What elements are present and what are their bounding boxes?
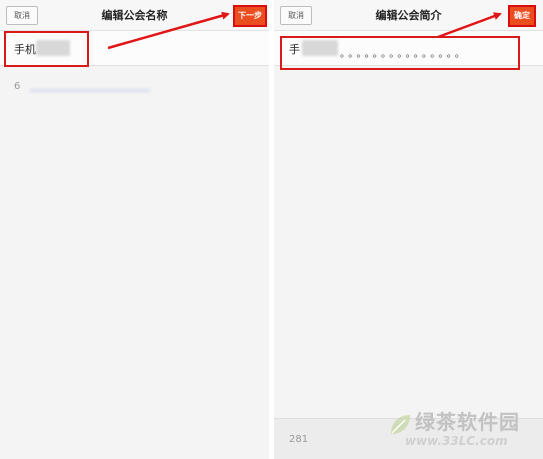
watermark: 绿茶软件园 www.33LC.com [385,404,543,459]
edit-guild-name-screen: 取消 编辑公会名称 下一步 手机 6 [0,0,269,459]
char-count: 281 [289,434,309,445]
next-step-button[interactable]: 下一步 [233,5,267,27]
watermark-url: www.33LC.com [405,434,508,448]
page-title: 编辑公会简介 [375,9,442,22]
highlight-box [280,36,520,70]
edit-guild-intro-screen: 取消 编辑公会简介 确定 手 。。。。。。。。。。。。。。。 281 [274,0,543,459]
char-count: 6 [14,81,21,92]
page-title: 编辑公会名称 [101,9,168,22]
top-bar: 取消 编辑公会名称 下一步 [0,0,269,31]
highlight-box [4,31,89,67]
confirm-button[interactable]: 确定 [508,5,536,27]
blurred-hint [30,89,150,92]
watermark-name: 绿茶软件园 [415,410,520,434]
top-bar: 取消 编辑公会简介 确定 [274,0,543,31]
